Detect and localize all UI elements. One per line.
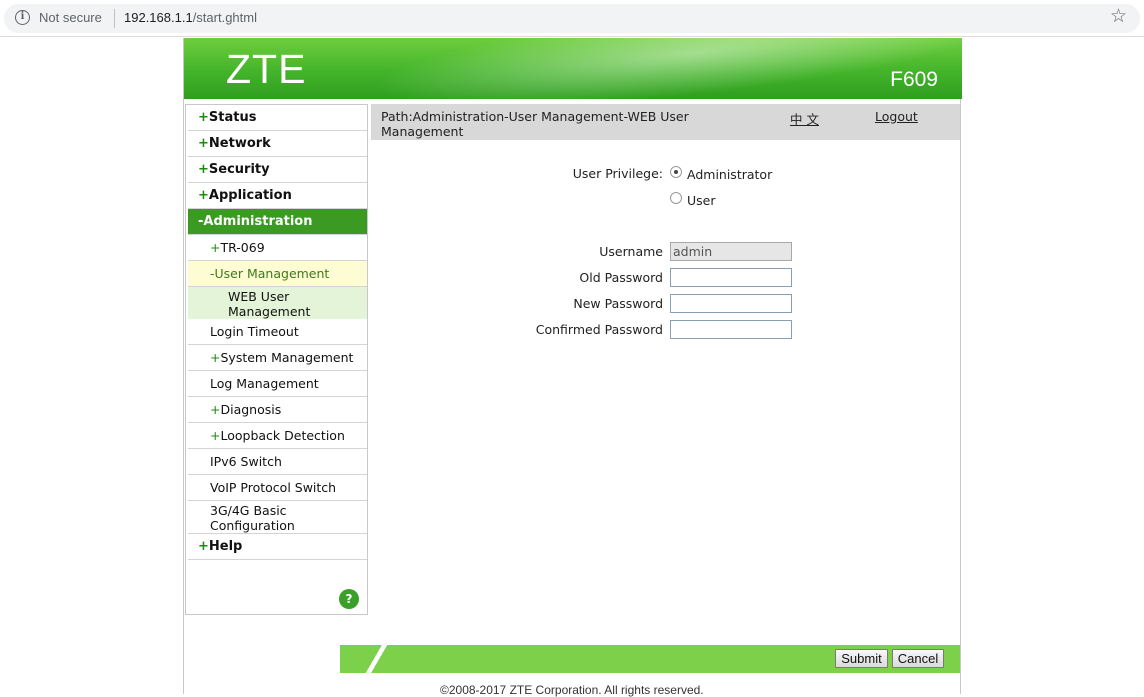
sidebar-item-security[interactable]: +Security [188, 157, 367, 183]
sidebar-item-label: IPv6 Switch [210, 454, 282, 469]
language-link[interactable]: 中 文 [790, 109, 819, 128]
sidebar-item-label: Administration [203, 214, 313, 229]
info-icon[interactable]: i [15, 10, 30, 25]
path-bar: Path:Administration-User Management-WEB … [371, 104, 960, 140]
new-password-label: New Password [573, 296, 663, 311]
footer-stripe [340, 645, 400, 673]
url-path: /start.ghtml [192, 10, 257, 25]
breadcrumb: Path:Administration-User Management-WEB … [381, 109, 689, 139]
sidebar-item-label: VoIP Protocol Switch [210, 480, 337, 495]
sidebar-item-label: Log Management [210, 376, 319, 391]
sidebar-item-loopback-detection[interactable]: +Loopback Detection [188, 423, 367, 449]
new-password-field[interactable] [670, 294, 792, 313]
sidebar-item-user-management[interactable]: -User Management [188, 261, 367, 287]
old-password-field[interactable] [670, 268, 792, 287]
sidebar-item-administration[interactable]: -Administration [188, 209, 367, 235]
browser-address-bar: i Not secure 192.168.1.1/start.ghtml ☆ [0, 0, 1144, 37]
sidebar-item-label: TR-069 [220, 240, 265, 255]
sidebar-item-application[interactable]: +Application [188, 183, 367, 209]
username-field [670, 242, 792, 261]
username-label: Username [599, 244, 663, 259]
sidebar-item-login-timeout[interactable]: Login Timeout [188, 319, 367, 345]
security-label[interactable]: Not secure [39, 10, 102, 25]
sidebar-item-status[interactable]: +Status [188, 105, 367, 131]
sidebar-item-system-management[interactable]: +System Management [188, 345, 367, 371]
cancel-button[interactable]: Cancel [892, 649, 944, 668]
sidebar-item-label: 3G/4G Basic Configuration [210, 503, 295, 533]
confirmed-password-field[interactable] [670, 320, 792, 339]
confirmed-password-label: Confirmed Password [535, 322, 663, 337]
privilege-user-radio[interactable] [670, 192, 682, 204]
sidebar-item-ipv6-switch[interactable]: IPv6 Switch [188, 449, 367, 475]
sidebar-item-label: System Management [220, 350, 354, 365]
sidebar-item-label: Security [208, 162, 270, 177]
sidebar-item-label: User Management [214, 266, 330, 281]
logout-link[interactable]: Logout [875, 109, 918, 124]
device-model: F609 [890, 68, 938, 91]
help-icon[interactable]: ? [339, 589, 359, 609]
sidebar-item-network[interactable]: +Network [188, 131, 367, 157]
old-password-label: Old Password [579, 270, 663, 285]
url-host: 192.168.1.1 [124, 10, 193, 25]
sidebar-item-label: Diagnosis [220, 402, 282, 417]
sidebar-item-label: Application [208, 188, 292, 203]
sidebar: +Status +Network +Security +Application … [185, 104, 368, 615]
privilege-administrator-radio[interactable] [670, 166, 682, 178]
zte-logo: ZTE [226, 46, 307, 92]
user-privilege-label: User Privilege: [572, 166, 663, 181]
privilege-user-label[interactable]: User [687, 193, 716, 208]
page-header: ZTE F609 [184, 38, 962, 99]
url-separator [114, 9, 115, 28]
sidebar-item-label: Network [208, 136, 271, 151]
sidebar-item-3g4g-basic-configuration[interactable]: 3G/4G Basic Configuration [188, 501, 367, 534]
sidebar-item-voip-protocol-switch[interactable]: VoIP Protocol Switch [188, 475, 367, 501]
sidebar-item-label: WEB User Management [228, 289, 311, 319]
sidebar-item-label: Login Timeout [210, 324, 299, 339]
submit-button[interactable]: Submit [835, 649, 888, 668]
sidebar-item-label: Loopback Detection [220, 428, 345, 443]
sidebar-item-diagnosis[interactable]: +Diagnosis [188, 397, 367, 423]
router-page: ZTE F609 +Status +Network +Security +App… [183, 38, 962, 697]
sidebar-item-tr069[interactable]: +TR-069 [188, 235, 367, 261]
sidebar-item-log-management[interactable]: Log Management [188, 371, 367, 397]
sidebar-item-label: Status [208, 110, 257, 125]
privilege-administrator-label[interactable]: Administrator [687, 167, 772, 182]
copyright-text: ©2008-2017 ZTE Corporation. All rights r… [440, 683, 704, 697]
sidebar-item-label: Help [208, 539, 243, 554]
sidebar-item-help[interactable]: +Help [188, 534, 367, 560]
url-field[interactable]: 192.168.1.1/start.ghtml [124, 10, 257, 25]
sidebar-item-web-user-management[interactable]: WEB User Management [188, 287, 367, 319]
star-icon[interactable]: ☆ [1110, 6, 1127, 26]
